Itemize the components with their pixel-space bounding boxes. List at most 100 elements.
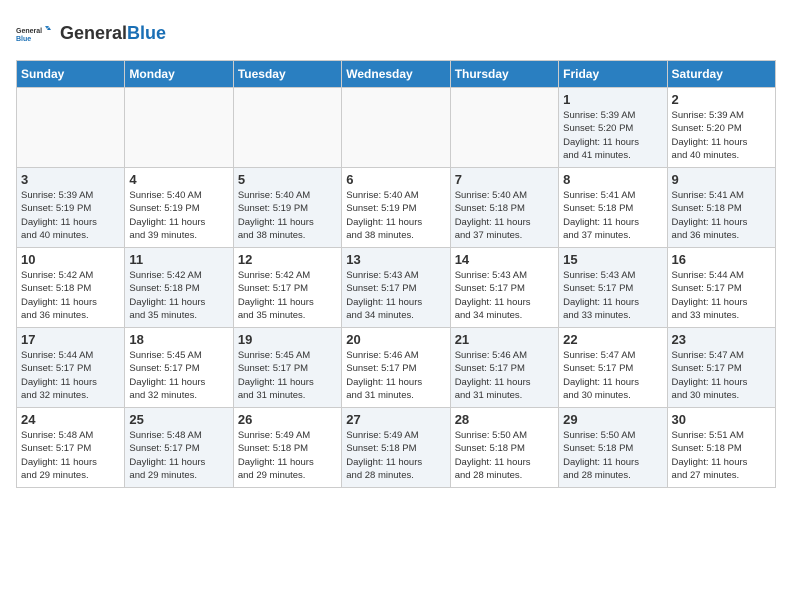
day-number: 15 [563, 252, 662, 267]
calendar-table: SundayMondayTuesdayWednesdayThursdayFrid… [16, 60, 776, 488]
day-number: 4 [129, 172, 228, 187]
calendar-cell: 8 Sunrise: 5:41 AM Sunset: 5:18 PM Daylig… [559, 168, 667, 248]
calendar-cell: 10Sunrise: 5:42 AM Sunset: 5:18 PM Dayli… [17, 248, 125, 328]
column-header-wednesday: Wednesday [342, 61, 450, 88]
day-number: 28 [455, 412, 554, 427]
day-number: 9 [672, 172, 771, 187]
calendar-week-row: 3 Sunrise: 5:39 AM Sunset: 5:19 PM Daylig… [17, 168, 776, 248]
logo-svg: General Blue [16, 16, 52, 52]
day-number: 13 [346, 252, 445, 267]
calendar-cell: 29 Sunrise: 5:50 AM Sunset: 5:18 PM Dayli… [559, 408, 667, 488]
day-number: 14 [455, 252, 554, 267]
day-number: 22 [563, 332, 662, 347]
day-number: 25 [129, 412, 228, 427]
calendar-cell: 14 Sunrise: 5:43 AM Sunset: 5:17 PM Dayli… [450, 248, 558, 328]
calendar-week-row: 1 Sunrise: 5:39 AM Sunset: 5:20 PM Daylig… [17, 88, 776, 168]
day-detail: Sunrise: 5:40 AM Sunset: 5:19 PM Dayligh… [238, 189, 337, 242]
calendar-cell: 2Sunrise: 5:39 AM Sunset: 5:20 PM Daylig… [667, 88, 775, 168]
day-number: 26 [238, 412, 337, 427]
day-number: 1 [563, 92, 662, 107]
day-detail: Sunrise: 5:40 AM Sunset: 5:19 PM Dayligh… [129, 189, 228, 242]
day-detail: Sunrise: 5:43 AM Sunset: 5:17 PM Dayligh… [346, 269, 445, 322]
calendar-cell: 3 Sunrise: 5:39 AM Sunset: 5:19 PM Daylig… [17, 168, 125, 248]
day-detail: Sunrise: 5:45 AM Sunset: 5:17 PM Dayligh… [129, 349, 228, 402]
day-number: 7 [455, 172, 554, 187]
day-detail: Sunrise: 5:45 AM Sunset: 5:17 PM Dayligh… [238, 349, 337, 402]
day-detail: Sunrise: 5:40 AM Sunset: 5:18 PM Dayligh… [455, 189, 554, 242]
day-number: 29 [563, 412, 662, 427]
calendar-week-row: 24Sunrise: 5:48 AM Sunset: 5:17 PM Dayli… [17, 408, 776, 488]
day-detail: Sunrise: 5:43 AM Sunset: 5:17 PM Dayligh… [563, 269, 662, 322]
logo-general: General [60, 23, 127, 43]
calendar-cell: 16 Sunrise: 5:44 AM Sunset: 5:17 PM Dayli… [667, 248, 775, 328]
day-detail: Sunrise: 5:48 AM Sunset: 5:17 PM Dayligh… [21, 429, 120, 482]
calendar-cell: 20 Sunrise: 5:46 AM Sunset: 5:17 PM Dayli… [342, 328, 450, 408]
calendar-cell: 4 Sunrise: 5:40 AM Sunset: 5:19 PM Daylig… [125, 168, 233, 248]
column-header-friday: Friday [559, 61, 667, 88]
day-number: 11 [129, 252, 228, 267]
calendar-cell [450, 88, 558, 168]
logo: General Blue GeneralBlue [16, 16, 166, 52]
page-header: General Blue GeneralBlue [16, 16, 776, 52]
day-number: 8 [563, 172, 662, 187]
calendar-cell: 13 Sunrise: 5:43 AM Sunset: 5:17 PM Dayli… [342, 248, 450, 328]
day-number: 3 [21, 172, 120, 187]
calendar-week-row: 17Sunrise: 5:44 AM Sunset: 5:17 PM Dayli… [17, 328, 776, 408]
calendar-cell: 19 Sunrise: 5:45 AM Sunset: 5:17 PM Dayli… [233, 328, 341, 408]
day-detail: Sunrise: 5:42 AM Sunset: 5:18 PM Dayligh… [21, 269, 120, 322]
calendar-cell: 9Sunrise: 5:41 AM Sunset: 5:18 PM Daylig… [667, 168, 775, 248]
day-number: 30 [672, 412, 771, 427]
calendar-cell: 18Sunrise: 5:45 AM Sunset: 5:17 PM Dayli… [125, 328, 233, 408]
day-detail: Sunrise: 5:49 AM Sunset: 5:18 PM Dayligh… [238, 429, 337, 482]
day-detail: Sunrise: 5:43 AM Sunset: 5:17 PM Dayligh… [455, 269, 554, 322]
day-number: 27 [346, 412, 445, 427]
calendar-cell: 15 Sunrise: 5:43 AM Sunset: 5:17 PM Dayli… [559, 248, 667, 328]
day-number: 20 [346, 332, 445, 347]
calendar-cell [233, 88, 341, 168]
day-detail: Sunrise: 5:40 AM Sunset: 5:19 PM Dayligh… [346, 189, 445, 242]
day-detail: Sunrise: 5:42 AM Sunset: 5:17 PM Dayligh… [238, 269, 337, 322]
day-detail: Sunrise: 5:42 AM Sunset: 5:18 PM Dayligh… [129, 269, 228, 322]
column-header-sunday: Sunday [17, 61, 125, 88]
day-detail: Sunrise: 5:46 AM Sunset: 5:17 PM Dayligh… [455, 349, 554, 402]
day-detail: Sunrise: 5:50 AM Sunset: 5:18 PM Dayligh… [455, 429, 554, 482]
day-number: 5 [238, 172, 337, 187]
day-detail: Sunrise: 5:41 AM Sunset: 5:18 PM Dayligh… [563, 189, 662, 242]
day-detail: Sunrise: 5:39 AM Sunset: 5:19 PM Dayligh… [21, 189, 120, 242]
day-detail: Sunrise: 5:46 AM Sunset: 5:17 PM Dayligh… [346, 349, 445, 402]
day-detail: Sunrise: 5:50 AM Sunset: 5:18 PM Dayligh… [563, 429, 662, 482]
day-detail: Sunrise: 5:47 AM Sunset: 5:17 PM Dayligh… [672, 349, 771, 402]
day-number: 19 [238, 332, 337, 347]
calendar-week-row: 10Sunrise: 5:42 AM Sunset: 5:18 PM Dayli… [17, 248, 776, 328]
calendar-cell: 5 Sunrise: 5:40 AM Sunset: 5:19 PM Daylig… [233, 168, 341, 248]
calendar-cell: 7 Sunrise: 5:40 AM Sunset: 5:18 PM Daylig… [450, 168, 558, 248]
calendar-header-row: SundayMondayTuesdayWednesdayThursdayFrid… [17, 61, 776, 88]
day-detail: Sunrise: 5:44 AM Sunset: 5:17 PM Dayligh… [672, 269, 771, 322]
calendar-cell: 6 Sunrise: 5:40 AM Sunset: 5:19 PM Daylig… [342, 168, 450, 248]
day-number: 6 [346, 172, 445, 187]
day-number: 16 [672, 252, 771, 267]
calendar-cell: 11 Sunrise: 5:42 AM Sunset: 5:18 PM Dayli… [125, 248, 233, 328]
svg-text:General: General [16, 28, 42, 35]
calendar-cell: 24Sunrise: 5:48 AM Sunset: 5:17 PM Dayli… [17, 408, 125, 488]
calendar-cell: 22Sunrise: 5:47 AM Sunset: 5:17 PM Dayli… [559, 328, 667, 408]
day-number: 17 [21, 332, 120, 347]
calendar-cell: 28 Sunrise: 5:50 AM Sunset: 5:18 PM Dayli… [450, 408, 558, 488]
column-header-monday: Monday [125, 61, 233, 88]
day-detail: Sunrise: 5:48 AM Sunset: 5:17 PM Dayligh… [129, 429, 228, 482]
calendar-cell: 25 Sunrise: 5:48 AM Sunset: 5:17 PM Dayli… [125, 408, 233, 488]
day-number: 12 [238, 252, 337, 267]
day-detail: Sunrise: 5:39 AM Sunset: 5:20 PM Dayligh… [563, 109, 662, 162]
calendar-cell: 27 Sunrise: 5:49 AM Sunset: 5:18 PM Dayli… [342, 408, 450, 488]
day-detail: Sunrise: 5:51 AM Sunset: 5:18 PM Dayligh… [672, 429, 771, 482]
calendar-cell: 1 Sunrise: 5:39 AM Sunset: 5:20 PM Daylig… [559, 88, 667, 168]
column-header-tuesday: Tuesday [233, 61, 341, 88]
calendar-cell: 23Sunrise: 5:47 AM Sunset: 5:17 PM Dayli… [667, 328, 775, 408]
day-detail: Sunrise: 5:49 AM Sunset: 5:18 PM Dayligh… [346, 429, 445, 482]
calendar-cell: 17Sunrise: 5:44 AM Sunset: 5:17 PM Dayli… [17, 328, 125, 408]
day-number: 21 [455, 332, 554, 347]
calendar-cell [342, 88, 450, 168]
calendar-cell: 26 Sunrise: 5:49 AM Sunset: 5:18 PM Dayli… [233, 408, 341, 488]
logo-blue: Blue [127, 23, 166, 43]
calendar-cell [17, 88, 125, 168]
